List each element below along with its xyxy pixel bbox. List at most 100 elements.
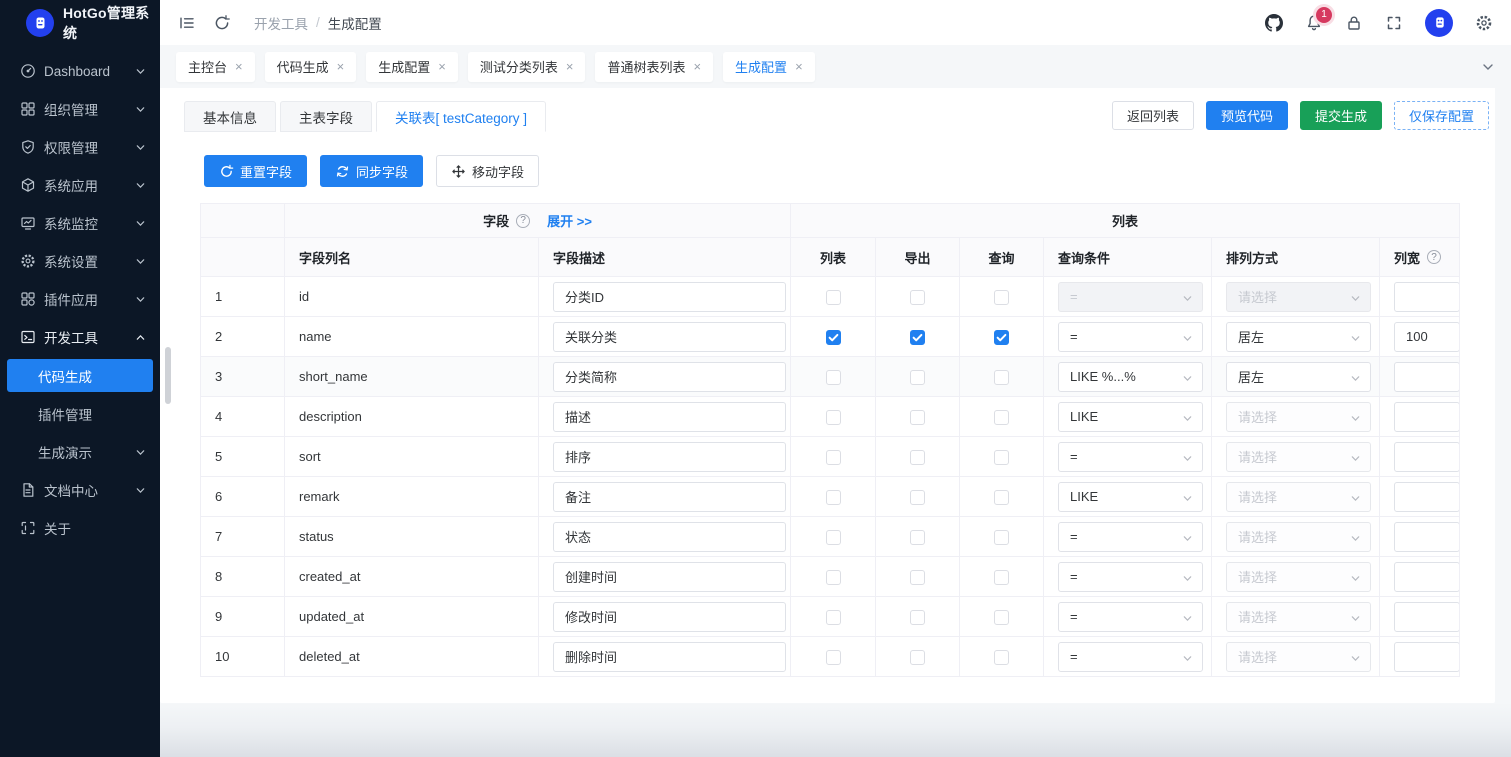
config-tab-关联表[ testCategory ][interactable]: 关联表[ testCategory ]	[376, 101, 546, 132]
reload-icon[interactable]	[213, 14, 231, 32]
tab-chip-主控台[interactable]: 主控台×	[176, 52, 255, 82]
close-icon[interactable]: ×	[795, 60, 803, 73]
field-action-button-移动字段[interactable]: 移动字段	[436, 155, 539, 187]
query-condition-select[interactable]: =	[1058, 642, 1203, 672]
breadcrumb-parent[interactable]: 开发工具	[254, 13, 308, 33]
field-action-button-同步字段[interactable]: 同步字段	[320, 155, 423, 187]
sidebar-item-插件应用[interactable]: 插件应用	[0, 280, 160, 318]
checkbox[interactable]	[994, 450, 1009, 465]
align-select[interactable]: 请选择	[1226, 642, 1371, 672]
align-select[interactable]: 居左	[1226, 322, 1371, 352]
checkbox[interactable]	[910, 450, 925, 465]
checkbox[interactable]	[826, 290, 841, 305]
close-icon[interactable]: ×	[235, 60, 243, 73]
sidebar-scrollbar-thumb[interactable]	[165, 347, 171, 404]
checkbox[interactable]	[826, 610, 841, 625]
query-condition-select[interactable]: LIKE	[1058, 402, 1203, 432]
field-desc-input[interactable]: 创建时间	[553, 562, 786, 592]
sidebar-item-开发工具[interactable]: 开发工具	[0, 318, 160, 356]
action-button-仅保存配置[interactable]: 仅保存配置	[1394, 101, 1489, 130]
action-button-提交生成[interactable]: 提交生成	[1300, 101, 1382, 130]
sidebar-item-系统监控[interactable]: 系统监控	[0, 204, 160, 242]
query-condition-select[interactable]: LIKE %...%	[1058, 362, 1203, 392]
column-width-input[interactable]	[1394, 602, 1460, 632]
field-desc-input[interactable]: 分类ID	[553, 282, 786, 312]
sidebar-item-权限管理[interactable]: 权限管理	[0, 128, 160, 166]
column-width-input[interactable]	[1394, 402, 1460, 432]
tab-chip-测试分类列表[interactable]: 测试分类列表×	[468, 52, 586, 82]
checkbox[interactable]	[994, 490, 1009, 505]
checkbox[interactable]	[826, 650, 841, 665]
field-action-button-重置字段[interactable]: 重置字段	[204, 155, 307, 187]
close-icon[interactable]: ×	[693, 60, 701, 73]
fullscreen-icon[interactable]	[1385, 14, 1403, 32]
align-select[interactable]: 请选择	[1226, 402, 1371, 432]
checkbox[interactable]	[994, 330, 1009, 345]
help-circle-icon[interactable]: ?	[516, 214, 530, 228]
checkbox[interactable]	[826, 410, 841, 425]
tab-chip-代码生成[interactable]: 代码生成×	[265, 52, 357, 82]
field-desc-input[interactable]: 分类简称	[553, 362, 786, 392]
notifications[interactable]: 1	[1305, 14, 1323, 32]
checkbox[interactable]	[826, 530, 841, 545]
column-width-input[interactable]: 100	[1394, 322, 1460, 352]
collapse-sidebar-icon[interactable]	[178, 14, 196, 32]
sidebar-item-Dashboard[interactable]: Dashboard	[0, 52, 160, 90]
sidebar-item-代码生成[interactable]: 代码生成	[7, 359, 153, 392]
checkbox[interactable]	[994, 530, 1009, 545]
close-icon[interactable]: ×	[438, 60, 446, 73]
checkbox[interactable]	[910, 570, 925, 585]
field-desc-input[interactable]: 备注	[553, 482, 786, 512]
tab-chip-生成配置[interactable]: 生成配置×	[366, 52, 458, 82]
column-width-input[interactable]	[1394, 642, 1460, 672]
checkbox[interactable]	[994, 410, 1009, 425]
align-select[interactable]: 请选择	[1226, 482, 1371, 512]
action-button-返回列表[interactable]: 返回列表	[1112, 101, 1194, 130]
close-icon[interactable]: ×	[337, 60, 345, 73]
tab-chip-普通树表列表[interactable]: 普通树表列表×	[595, 52, 713, 82]
checkbox[interactable]	[910, 410, 925, 425]
checkbox[interactable]	[826, 450, 841, 465]
query-condition-select[interactable]: =	[1058, 522, 1203, 552]
checkbox[interactable]	[994, 570, 1009, 585]
align-select[interactable]: 居左	[1226, 362, 1371, 392]
checkbox[interactable]	[994, 290, 1009, 305]
sidebar-item-文档中心[interactable]: 文档中心	[0, 471, 160, 509]
checkbox[interactable]	[910, 530, 925, 545]
checkbox[interactable]	[910, 370, 925, 385]
column-width-input[interactable]	[1394, 562, 1460, 592]
field-desc-input[interactable]: 状态	[553, 522, 786, 552]
checkbox[interactable]	[826, 490, 841, 505]
field-desc-input[interactable]: 删除时间	[553, 642, 786, 672]
align-select[interactable]: 请选择	[1226, 562, 1371, 592]
expand-link[interactable]: 展开 >>	[547, 211, 592, 230]
field-desc-input[interactable]: 修改时间	[553, 602, 786, 632]
checkbox[interactable]	[910, 330, 925, 345]
checkbox[interactable]	[826, 330, 841, 345]
column-width-input[interactable]	[1394, 362, 1460, 392]
sidebar-item-插件管理[interactable]: 插件管理	[0, 395, 160, 433]
checkbox[interactable]	[994, 370, 1009, 385]
action-button-预览代码[interactable]: 预览代码	[1206, 101, 1288, 130]
align-select[interactable]: 请选择	[1226, 442, 1371, 472]
column-width-input[interactable]	[1394, 442, 1460, 472]
field-desc-input[interactable]: 关联分类	[553, 322, 786, 352]
tabbar-chevron-down-icon[interactable]	[1481, 60, 1495, 74]
column-width-input[interactable]	[1394, 482, 1460, 512]
field-desc-input[interactable]: 描述	[553, 402, 786, 432]
align-select[interactable]: 请选择	[1226, 602, 1371, 632]
checkbox[interactable]	[910, 650, 925, 665]
config-tab-主表字段[interactable]: 主表字段	[280, 101, 372, 132]
user-avatar[interactable]	[1425, 9, 1453, 37]
query-condition-select[interactable]: =	[1058, 442, 1203, 472]
lock-screen-icon[interactable]	[1345, 14, 1363, 32]
query-condition-select[interactable]: =	[1058, 282, 1203, 312]
column-width-input[interactable]	[1394, 282, 1460, 312]
field-desc-input[interactable]: 排序	[553, 442, 786, 472]
settings-gear-icon[interactable]	[1475, 14, 1493, 32]
sidebar-item-系统设置[interactable]: 系统设置	[0, 242, 160, 280]
query-condition-select[interactable]: =	[1058, 562, 1203, 592]
checkbox[interactable]	[910, 610, 925, 625]
help-circle-icon[interactable]: ?	[1427, 250, 1441, 264]
sidebar-item-组织管理[interactable]: 组织管理	[0, 90, 160, 128]
